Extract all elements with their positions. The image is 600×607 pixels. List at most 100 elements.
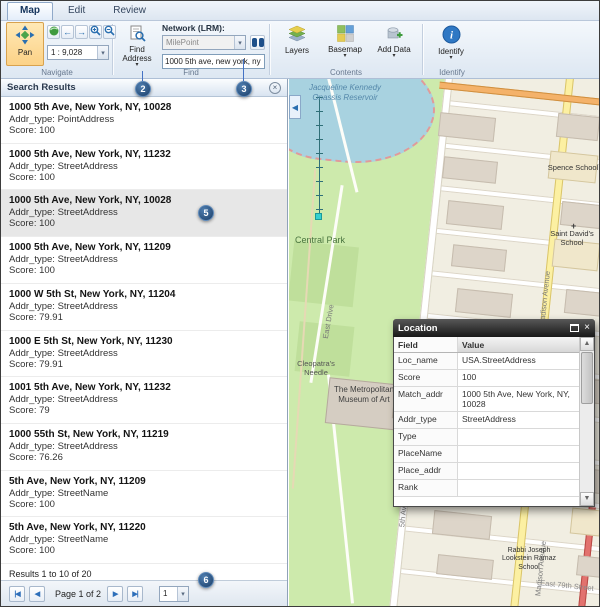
search-result-item[interactable]: 1000 5th Ave, New York, NY, 10028Addr_ty… [1, 97, 287, 144]
group-contents: Layers Basemap ▾ [271, 21, 421, 78]
search-result-item[interactable]: 5th Ave, New York, NY, 11209Addr_type: S… [1, 471, 287, 518]
first-page-button[interactable]: |◀ [9, 586, 25, 602]
result-score: Score: 76.26 [9, 452, 279, 463]
caret-down-icon: ▾ [343, 54, 346, 59]
location-value [458, 480, 579, 496]
result-addr-type: Addr_type: StreetAddress [9, 348, 279, 359]
tab-edit[interactable]: Edit [55, 2, 98, 20]
location-row: Type [394, 429, 579, 446]
location-value: 100 [458, 370, 579, 386]
network-combobox[interactable]: MilePoint ▾ [162, 35, 246, 50]
map-label-cleopatras-needle: Cleopatra's Needle [289, 359, 343, 377]
result-address: 1000 E 5th St, New York, NY, 11230 [9, 336, 279, 348]
scale-value: 1 : 9,028 [51, 48, 97, 57]
pan-button[interactable]: Pan [6, 22, 44, 66]
search-results-list: 1000 5th Ave, New York, NY, 10028 Addr_ty… [1, 97, 287, 564]
location-row: Match_addr1000 5th Ave, New York, NY, 10… [394, 387, 579, 412]
ribbon-tab-bar: Map Edit Review [1, 1, 599, 21]
route-measure-marker [315, 213, 322, 220]
result-addr-type: Addr_type: StreetAddress [9, 301, 279, 312]
location-row: Addr_typeStreetAddress [394, 412, 579, 429]
arrow-left-icon: ← [63, 28, 72, 37]
location-popup-titlebar[interactable]: Location × [393, 319, 595, 337]
callout-connector-line [243, 59, 244, 82]
binoculars-icon [252, 38, 264, 47]
add-data-button[interactable]: Add Data ▾ [371, 22, 417, 70]
arrow-right-icon: → [77, 28, 86, 37]
field-column-header: Field [394, 337, 458, 352]
search-result-item[interactable]: 1000 5th Ave, New York, NY, 11232Addr_ty… [1, 144, 287, 191]
pan-label: Pan [18, 48, 32, 57]
scroll-up-icon[interactable]: ▲ [580, 337, 594, 351]
caret-down-icon: ▾ [234, 36, 245, 49]
location-row: PlaceName [394, 446, 579, 463]
location-popup-title: Location [398, 323, 570, 334]
callout-5: 5 [198, 205, 214, 221]
group-label-identify: Identify [424, 68, 480, 77]
scrollbar-thumb[interactable] [581, 352, 593, 404]
next-extent-button[interactable]: → [75, 25, 88, 39]
find-address-button[interactable]: Find Address ▾ [116, 22, 158, 70]
map-label-ramaz-school: Rabbi Joseph Lookstein Ramaz School [499, 547, 559, 572]
caret-down-icon: ▾ [392, 54, 395, 59]
maximize-icon[interactable] [570, 324, 579, 332]
next-page-button[interactable]: ▶ [107, 586, 123, 602]
scale-combobox[interactable]: 1 : 9,028 ▾ [47, 45, 109, 60]
layers-label: Layers [285, 46, 309, 55]
layers-button[interactable]: Layers [275, 22, 319, 68]
location-row: Place_addr [394, 463, 579, 480]
map-label-reservoir: Jacqueline Kennedy Onassis Reservoir [303, 83, 387, 102]
last-page-button[interactable]: ▶| [127, 586, 143, 602]
result-address: 1000 5th Ave, New York, NY, 10028 [9, 102, 279, 114]
location-field: Rank [394, 480, 458, 496]
search-result-item[interactable]: 5th Ave, New York, NY, 11220Addr_type: S… [1, 517, 287, 564]
map-building [560, 201, 600, 229]
result-score: Score: 100 [9, 265, 279, 276]
popup-scrollbar[interactable]: ▲ ▼ [579, 337, 594, 506]
results-summary: Results 1 to 10 of 20 [9, 569, 92, 579]
basemap-button[interactable]: Basemap ▾ [323, 22, 367, 70]
search-result-item[interactable]: 1000 55th St, New York, NY, 11219Addr_ty… [1, 424, 287, 471]
group-label-contents: Contents [271, 68, 421, 77]
location-row: Rank [394, 480, 579, 497]
location-value: StreetAddress [458, 412, 579, 428]
previous-extent-button[interactable]: ← [61, 25, 74, 39]
result-addr-type: Addr_type: StreetAddress [9, 254, 279, 265]
group-separator [269, 24, 270, 75]
result-score: Score: 100 [9, 218, 279, 229]
group-separator [422, 24, 423, 75]
search-result-item[interactable]: 1000 W 5th St, New York, NY, 11204Addr_t… [1, 284, 287, 331]
map-building-school [570, 508, 600, 537]
location-popup: Location × Field Value Loc_nameUSA.Stree… [393, 319, 595, 507]
close-search-results-button[interactable]: × [269, 82, 281, 94]
zoom-in-button[interactable] [89, 25, 102, 39]
result-score: Score: 79.91 [9, 359, 279, 370]
caret-down-icon: ▾ [97, 46, 108, 59]
caret-down-icon: ▾ [177, 587, 188, 601]
find-address-label: Find Address [117, 45, 157, 63]
location-field: Score [394, 370, 458, 386]
search-result-item[interactable]: 1000 5th Ave, New York, NY, 11209Addr_ty… [1, 237, 287, 284]
location-value: USA.StreetAddress [458, 353, 579, 369]
close-popup-button[interactable]: × [584, 323, 590, 333]
map-label-saint-davids-school: Saint David's School [543, 229, 600, 247]
binoculars-search-button[interactable] [250, 35, 265, 50]
tab-map[interactable]: Map [7, 2, 53, 20]
map-building [432, 510, 492, 540]
map-label-spence-school: Spence School [547, 163, 599, 172]
search-result-item[interactable]: 1000 E 5th St, New York, NY, 11230Addr_t… [1, 331, 287, 378]
address-search-input[interactable] [162, 54, 265, 69]
scroll-down-icon[interactable]: ▼ [580, 492, 594, 506]
full-extent-button[interactable] [47, 25, 60, 39]
map-canvas[interactable]: Jacqueline Kennedy Onassis Reservoir Cen… [289, 79, 600, 606]
page-size-combobox[interactable]: 1 ▾ [159, 586, 189, 602]
collapse-panel-button[interactable]: ◀ [289, 95, 301, 119]
add-data-icon [385, 25, 403, 44]
map-building [455, 288, 513, 318]
search-result-item[interactable]: 1001 5th Ave, New York, NY, 11232Addr_ty… [1, 377, 287, 424]
search-result-item[interactable]: 1000 5th Ave, New York, NY, 10028Addr_ty… [1, 190, 287, 237]
identify-button[interactable]: i Identify ▾ [428, 22, 474, 70]
previous-page-button[interactable]: ◀ [29, 586, 45, 602]
location-value [458, 429, 579, 445]
tab-review[interactable]: Review [100, 2, 159, 20]
